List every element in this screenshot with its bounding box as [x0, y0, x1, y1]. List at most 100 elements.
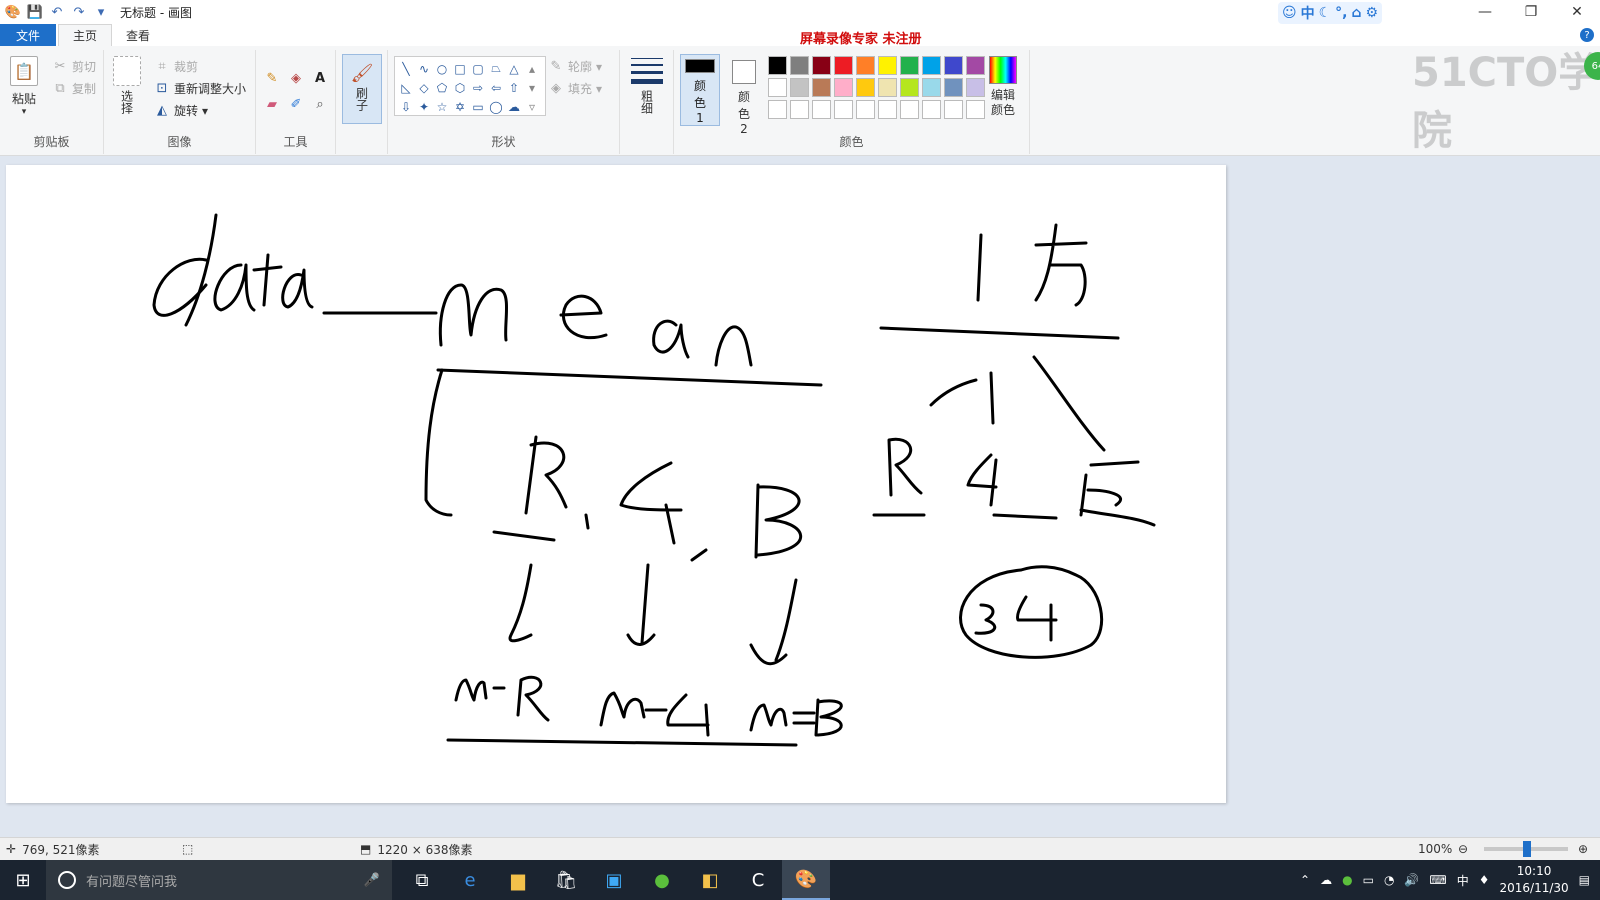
paste-button[interactable]: 📋 粘贴 ▾	[10, 56, 38, 117]
cut-button[interactable]: ✂ 剪切	[52, 58, 96, 75]
color-swatch[interactable]	[900, 56, 919, 75]
zoom-slider-thumb[interactable]	[1523, 841, 1531, 857]
custom-color-swatch[interactable]	[900, 100, 919, 119]
zoom-out-icon[interactable]: ⊖	[1458, 842, 1468, 856]
tab-home[interactable]: 主页	[58, 24, 113, 46]
paint-taskbar-icon[interactable]: 🎨	[782, 860, 830, 900]
six-point-star-icon[interactable]: ✡	[451, 97, 469, 116]
color-picker-icon[interactable]: ✐	[288, 96, 304, 112]
color-palette[interactable]	[768, 56, 986, 120]
triangle-shape-icon[interactable]: △	[505, 59, 523, 78]
shapes-gallery[interactable]: ╲ ∿ ○ □ ▢ ⏢ △ ▴ ◺ ◇ ⬠ ⬡ ⇨ ⇦ ⇧ ▾ ⇩ ✦ ☆ ✡ …	[394, 56, 546, 116]
tray-green-icon[interactable]: ●	[1342, 873, 1352, 887]
edit-colors-button[interactable]: 编辑颜色	[984, 56, 1022, 118]
custom-color-swatch[interactable]	[944, 100, 963, 119]
volume-icon[interactable]: 🔊	[1404, 873, 1419, 887]
hexagon-shape-icon[interactable]: ⬡	[451, 78, 469, 97]
tray-app-icon[interactable]: ☁	[1320, 873, 1332, 887]
custom-color-swatch[interactable]	[878, 100, 897, 119]
close-button[interactable]: ✕	[1554, 0, 1600, 24]
color-swatch[interactable]	[812, 56, 831, 75]
pencil-icon[interactable]: ✎	[264, 70, 280, 86]
pentagon-shape-icon[interactable]: ⬠	[433, 78, 451, 97]
right-triangle-shape-icon[interactable]: ◺	[397, 78, 415, 97]
polygon-shape-icon[interactable]: ⏢	[487, 59, 505, 78]
task-view-icon[interactable]: ⧉	[398, 860, 446, 900]
crop-button[interactable]: ⌗ 裁剪	[154, 58, 198, 75]
restore-button[interactable]: ❐	[1508, 0, 1554, 24]
store-icon[interactable]: 🛍	[542, 860, 590, 900]
ime-item[interactable]: ☾	[1319, 5, 1332, 21]
redo-icon[interactable]: ↷	[70, 3, 88, 21]
rectangle-shape-icon[interactable]: □	[451, 59, 469, 78]
color-swatch[interactable]	[790, 78, 809, 97]
expand-gallery-icon[interactable]: ▿	[523, 97, 541, 116]
app-green-icon[interactable]: ●	[638, 860, 686, 900]
custom-color-swatch[interactable]	[856, 100, 875, 119]
wifi-icon[interactable]: ◔	[1384, 873, 1394, 887]
four-point-star-icon[interactable]: ✦	[415, 97, 433, 116]
custom-color-swatch[interactable]	[922, 100, 941, 119]
color-swatch[interactable]	[790, 56, 809, 75]
color-swatch[interactable]	[834, 56, 853, 75]
custom-color-swatch[interactable]	[812, 100, 831, 119]
undo-icon[interactable]: ↶	[48, 3, 66, 21]
color-swatch[interactable]	[900, 78, 919, 97]
cloud-callout-icon[interactable]: ☁	[505, 97, 523, 116]
diamond-shape-icon[interactable]: ◇	[415, 78, 433, 97]
ime-settings-icon[interactable]: ⚙	[1366, 5, 1379, 21]
fill-bucket-icon[interactable]: ◈	[288, 70, 304, 86]
tab-view[interactable]: 查看	[112, 24, 164, 46]
line-shape-icon[interactable]: ╲	[397, 59, 415, 78]
scroll-down-icon[interactable]: ▾	[523, 78, 541, 97]
rect-callout-icon[interactable]: ▭	[469, 97, 487, 116]
color-swatch[interactable]	[768, 56, 787, 75]
oval-callout-icon[interactable]: ◯	[487, 97, 505, 116]
app-yellow-icon[interactable]: ◧	[686, 860, 734, 900]
color-swatch[interactable]	[966, 78, 985, 97]
curve-shape-icon[interactable]: ∿	[415, 59, 433, 78]
drawing-canvas[interactable]	[6, 165, 1226, 803]
save-icon[interactable]: 💾	[26, 3, 44, 21]
minimize-button[interactable]: —	[1462, 0, 1508, 24]
custom-color-swatch[interactable]	[790, 100, 809, 119]
eraser-icon[interactable]: ▰	[264, 96, 280, 112]
color-swatch[interactable]	[856, 56, 875, 75]
size-button[interactable]: 粗细	[628, 56, 666, 120]
app-blue-icon[interactable]: ▣	[590, 860, 638, 900]
battery-icon[interactable]: ▭	[1363, 873, 1374, 887]
ime-item[interactable]: 中	[1301, 3, 1315, 23]
magnifier-icon[interactable]: ⌕	[312, 96, 328, 112]
notifications-icon[interactable]: ▤	[1579, 873, 1590, 887]
oval-shape-icon[interactable]: ○	[433, 59, 451, 78]
app-c-icon[interactable]: C	[734, 860, 782, 900]
tray-shield-icon[interactable]: ♦	[1479, 873, 1490, 887]
color-swatch[interactable]	[944, 78, 963, 97]
color2-button[interactable]: 颜色 2	[726, 56, 762, 136]
ime-indicator[interactable]: 中	[1457, 872, 1469, 889]
custom-color-swatch[interactable]	[966, 100, 985, 119]
customize-toolbar-icon[interactable]: ▾	[92, 3, 110, 21]
microphone-icon[interactable]: 🎤	[364, 873, 380, 888]
select-button[interactable]: 选择	[112, 56, 142, 120]
rounded-rect-shape-icon[interactable]: ▢	[469, 59, 487, 78]
start-button[interactable]: ⊞	[0, 860, 46, 900]
color-swatch[interactable]	[856, 78, 875, 97]
scroll-up-icon[interactable]: ▴	[523, 59, 541, 78]
color-swatch[interactable]	[944, 56, 963, 75]
zoom-in-icon[interactable]: ⊕	[1578, 842, 1588, 856]
color-swatch[interactable]	[966, 56, 985, 75]
color-swatch[interactable]	[878, 56, 897, 75]
file-explorer-icon[interactable]: ▆	[494, 860, 542, 900]
color-swatch[interactable]	[834, 78, 853, 97]
brushes-button[interactable]: 🖌 刷子	[342, 54, 382, 124]
ime-item[interactable]: ⌂	[1352, 5, 1362, 21]
five-point-star-icon[interactable]: ☆	[433, 97, 451, 116]
outline-button[interactable]: ✎ 轮廓 ▾	[548, 58, 603, 75]
text-icon[interactable]: A	[312, 70, 328, 86]
clock[interactable]: 10:10 2016/11/30	[1499, 863, 1568, 897]
tab-file[interactable]: 文件	[0, 24, 56, 46]
show-hidden-icons[interactable]: ⌃	[1300, 873, 1310, 887]
rotate-button[interactable]: ◭ 旋转 ▾	[154, 102, 208, 119]
color-swatch[interactable]	[878, 78, 897, 97]
